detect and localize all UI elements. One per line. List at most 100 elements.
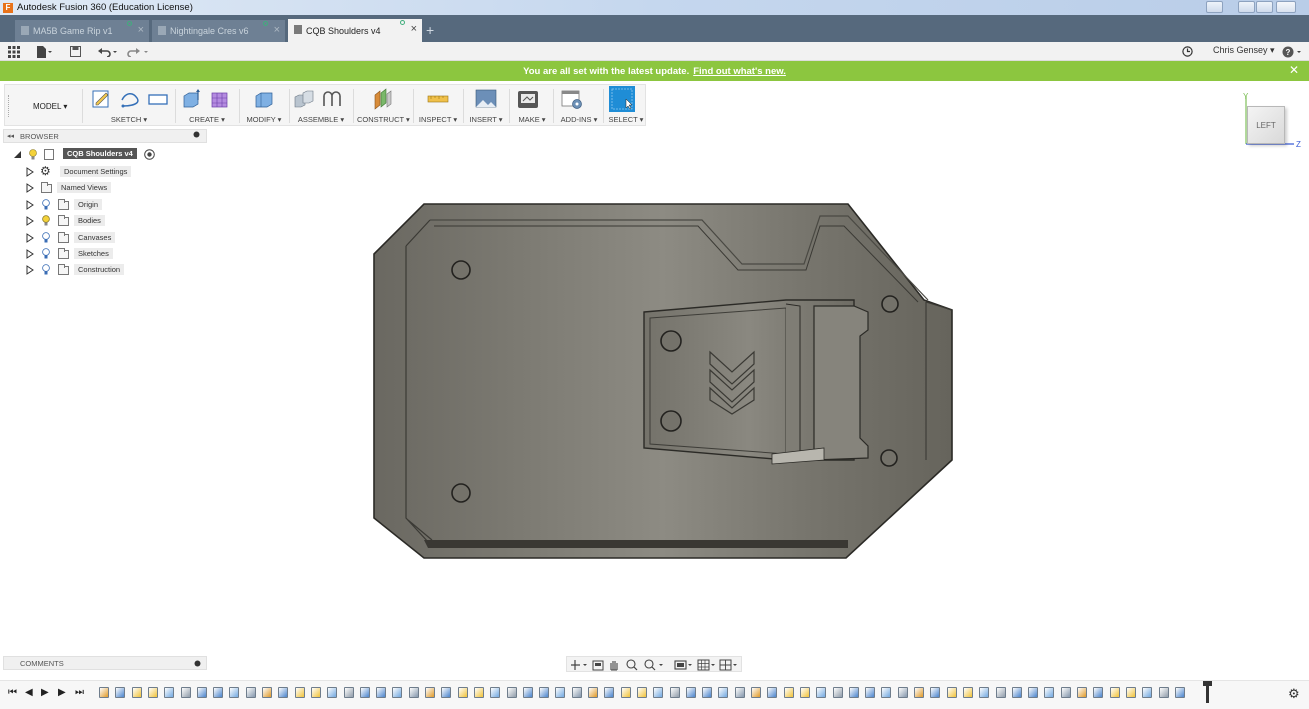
assemble-group[interactable]: ASSEMBLE ▾ bbox=[293, 85, 349, 125]
timeline-feature-icon[interactable] bbox=[310, 687, 321, 698]
timeline-feature-icon[interactable] bbox=[539, 687, 550, 698]
close-notification-icon[interactable]: ✕ bbox=[1289, 63, 1299, 77]
go-to-end-icon[interactable]: ⏭ bbox=[75, 687, 84, 698]
pin-panel-icon[interactable] bbox=[194, 660, 201, 669]
tab-ma5b-game-rip[interactable]: MA5B Game Rip v1 × bbox=[15, 20, 149, 42]
timeline-feature-icon[interactable] bbox=[914, 687, 924, 698]
visibility-bulb-icon[interactable] bbox=[29, 149, 37, 160]
pin-panel-icon[interactable] bbox=[193, 131, 200, 140]
step-forward-icon[interactable]: ▶ bbox=[58, 687, 66, 698]
new-component-icon[interactable] bbox=[293, 88, 315, 110]
user-account-menu[interactable]: Chris Gensey ▾ bbox=[1213, 45, 1275, 56]
timeline-feature-icon[interactable] bbox=[1011, 687, 1022, 698]
timeline-feature-icon[interactable] bbox=[979, 687, 990, 698]
timeline-feature-icon[interactable] bbox=[604, 687, 615, 698]
timeline-feature-icon[interactable] bbox=[229, 687, 240, 698]
timeline-feature-icon[interactable] bbox=[1044, 687, 1055, 698]
browser-node[interactable]: Origin bbox=[22, 198, 182, 212]
timeline-feature-icon[interactable] bbox=[506, 687, 517, 698]
timeline-feature-icon[interactable] bbox=[245, 687, 256, 698]
go-to-start-icon[interactable]: ⏮ bbox=[8, 687, 17, 698]
timeline-feature-icon[interactable] bbox=[131, 687, 142, 698]
timeline-feature-icon[interactable] bbox=[734, 687, 745, 698]
timeline-feature-icon[interactable] bbox=[1158, 687, 1169, 698]
timeline-feature-icon[interactable] bbox=[865, 687, 876, 698]
timeline-feature-icon[interactable] bbox=[555, 687, 566, 698]
grid-snaps-icon[interactable] bbox=[697, 659, 715, 671]
browser-node[interactable]: Named Views bbox=[22, 181, 182, 195]
comments-panel[interactable]: COMMENTS bbox=[3, 656, 207, 670]
modify-menu[interactable]: MODIFY ▾ bbox=[243, 115, 285, 124]
data-panel-grid-icon[interactable] bbox=[8, 44, 20, 59]
zoom-window-icon[interactable] bbox=[626, 659, 638, 671]
pan-hand-icon[interactable] bbox=[610, 661, 618, 671]
insert-menu[interactable]: INSERT ▾ bbox=[467, 115, 505, 124]
timeline-feature-icon[interactable] bbox=[327, 687, 338, 698]
timeline-feature-icon[interactable] bbox=[262, 687, 272, 698]
look-at-icon[interactable] bbox=[592, 660, 604, 671]
timeline-feature-icon[interactable] bbox=[147, 687, 158, 698]
browser-node[interactable]: ⚙ Document Settings bbox=[22, 164, 182, 179]
timeline-feature-icon[interactable] bbox=[946, 687, 957, 698]
timeline-feature-icon[interactable] bbox=[490, 687, 501, 698]
visibility-bulb-icon[interactable] bbox=[42, 264, 50, 275]
timeline-feature-icon[interactable] bbox=[392, 687, 403, 698]
timeline-feature-icon[interactable] bbox=[473, 687, 484, 698]
visibility-bulb-icon[interactable] bbox=[42, 215, 50, 226]
measure-icon[interactable] bbox=[427, 88, 449, 110]
viewport-3d-model[interactable] bbox=[372, 202, 956, 562]
timeline-settings-gear-icon[interactable]: ⚙ bbox=[1288, 686, 1300, 702]
expand-triangle-icon[interactable] bbox=[26, 183, 34, 194]
expand-triangle-icon[interactable] bbox=[26, 265, 34, 276]
timeline-feature-icon[interactable] bbox=[897, 687, 908, 698]
timeline-feature-icon[interactable] bbox=[294, 687, 305, 698]
save-icon[interactable] bbox=[70, 44, 81, 59]
timeline-feature-icon[interactable] bbox=[164, 687, 175, 698]
whats-new-link[interactable]: Find out what's new. bbox=[693, 66, 786, 77]
inspect-menu[interactable]: INSPECT ▾ bbox=[417, 115, 459, 124]
visibility-bulb-icon[interactable] bbox=[42, 248, 50, 259]
create-sketch-icon[interactable] bbox=[91, 88, 113, 110]
browser-root-node[interactable]: CQB Shoulders v4 bbox=[13, 148, 173, 162]
make-menu[interactable]: MAKE ▾ bbox=[513, 115, 551, 124]
create-group[interactable]: CREATE ▾ bbox=[179, 85, 235, 125]
timeline-feature-icon[interactable] bbox=[213, 687, 224, 698]
select-group[interactable]: SELECT ▾ bbox=[605, 85, 647, 125]
line-tool-icon[interactable] bbox=[119, 88, 141, 110]
expand-triangle-icon[interactable] bbox=[26, 232, 34, 243]
fit-zoom-icon[interactable] bbox=[644, 659, 663, 671]
timeline-feature-icon[interactable] bbox=[751, 687, 761, 698]
undo-icon[interactable] bbox=[98, 44, 118, 59]
expand-triangle-icon[interactable] bbox=[26, 216, 34, 227]
timeline-marker[interactable] bbox=[1203, 681, 1212, 703]
visibility-bulb-icon[interactable] bbox=[42, 198, 50, 210]
scripts-addins-icon[interactable] bbox=[561, 88, 583, 110]
offset-plane-icon[interactable] bbox=[372, 88, 394, 110]
close-tab-icon[interactable]: × bbox=[411, 23, 417, 35]
timeline-feature-icon[interactable] bbox=[522, 687, 533, 698]
redo-icon[interactable] bbox=[127, 44, 149, 59]
rectangle-tool-icon[interactable] bbox=[147, 88, 169, 110]
press-pull-icon[interactable] bbox=[253, 88, 275, 110]
browser-node[interactable]: Canvases bbox=[22, 231, 182, 245]
timeline-feature-icon[interactable] bbox=[376, 687, 387, 698]
viewcube[interactable]: Y Z LEFT bbox=[1240, 92, 1304, 152]
timeline-feature-icon[interactable] bbox=[408, 687, 419, 698]
timeline-feature-icon[interactable] bbox=[425, 687, 435, 698]
timeline-feature-icon[interactable] bbox=[1028, 687, 1039, 698]
timeline-feature-icon[interactable] bbox=[1174, 687, 1185, 698]
minimize-button[interactable] bbox=[1238, 1, 1255, 13]
assemble-menu[interactable]: ASSEMBLE ▾ bbox=[293, 115, 349, 124]
timeline-feature-icon[interactable] bbox=[180, 687, 191, 698]
addins-group[interactable]: ADD-INS ▾ bbox=[555, 85, 603, 125]
expand-triangle-icon[interactable] bbox=[26, 199, 34, 210]
modify-group[interactable]: MODIFY ▾ bbox=[243, 85, 285, 125]
display-settings-icon[interactable] bbox=[674, 660, 692, 670]
timeline-feature-icon[interactable] bbox=[995, 687, 1006, 698]
browser-node[interactable]: Sketches bbox=[22, 247, 182, 261]
close-window-button[interactable] bbox=[1276, 1, 1296, 13]
timeline-feature-icon[interactable] bbox=[816, 687, 827, 698]
job-status-clock-icon[interactable] bbox=[1182, 44, 1193, 59]
construct-menu[interactable]: CONSTRUCT ▾ bbox=[357, 115, 410, 124]
timeline-feature-icon[interactable] bbox=[685, 687, 696, 698]
